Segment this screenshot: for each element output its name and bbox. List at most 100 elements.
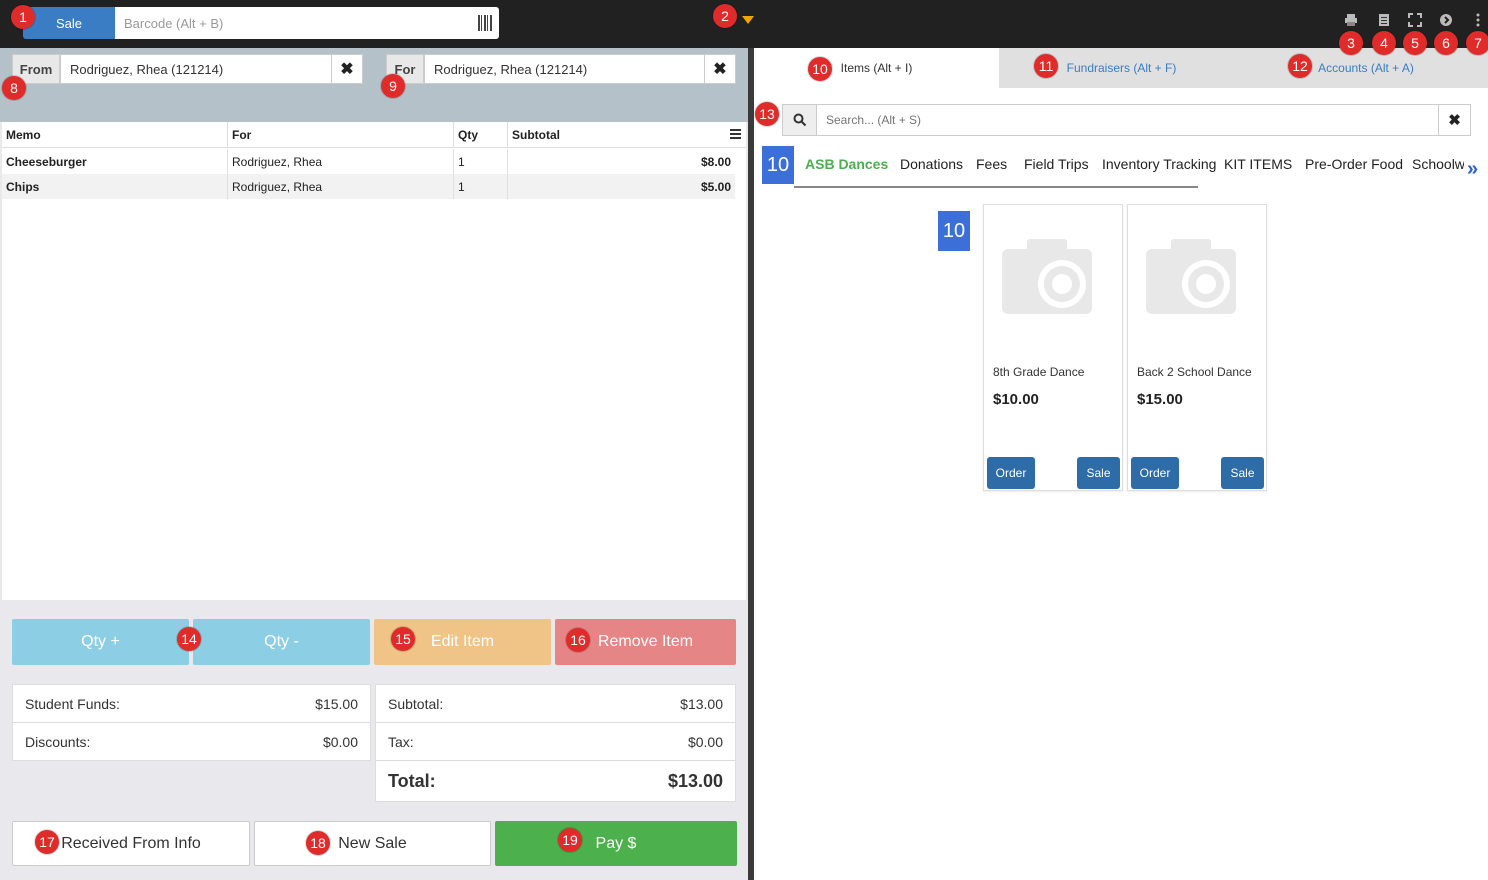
annotation-badge: 16	[566, 628, 590, 652]
camera-icon	[1002, 239, 1092, 314]
tax-value: $0.00	[687, 733, 723, 750]
table-row[interactable]: Cheeseburger Rodriguez, Rhea 1 $8.00	[2, 149, 735, 174]
category-kit-items[interactable]: KIT ITEMS	[1224, 156, 1292, 172]
printer-icon[interactable]	[1344, 13, 1358, 27]
category-donations[interactable]: Donations	[900, 156, 963, 172]
item-card[interactable]: 8th Grade Dance $10.00 Order Sale	[983, 204, 1123, 491]
column-header-subtotal[interactable]: Subtotal	[508, 122, 746, 148]
annotation-badge: 1	[11, 5, 35, 29]
from-field[interactable]: Rodriguez, Rhea (121214)	[60, 54, 332, 84]
annotation-badge: 19	[558, 828, 582, 852]
cart-table: Memo For Qty Subtotal Cheeseburger Rodri…	[2, 122, 746, 600]
qty-minus-button[interactable]: Qty -	[193, 619, 370, 665]
barcode-placeholder: Barcode (Alt + B)	[124, 15, 224, 31]
item-price: $15.00	[1137, 391, 1183, 408]
category-pre-order-food[interactable]: Pre-Order Food	[1305, 156, 1403, 172]
fullscreen-icon[interactable]	[1408, 13, 1422, 27]
tab-accounts[interactable]: Accounts (Alt + A)	[1244, 48, 1488, 88]
annotation-badge-square: 10	[938, 211, 970, 251]
annotation-badge: 12	[1288, 54, 1312, 78]
annotation-badge: 14	[177, 627, 201, 651]
column-header-for[interactable]: For	[228, 122, 454, 148]
sale-button[interactable]: Sale	[1077, 457, 1120, 489]
discounts-value: $0.00	[322, 734, 358, 750]
clear-from-button[interactable]: ✖	[331, 54, 363, 84]
for-cell: Rodriguez, Rhea	[228, 174, 454, 199]
summary-row: Student Funds: $15.00	[13, 685, 370, 723]
student-funds-value: $15.00	[315, 695, 358, 712]
subtotal-value: $13.00	[680, 695, 723, 712]
annotation-badge: 4	[1372, 31, 1396, 55]
category-underline	[794, 186, 1198, 188]
item-name: 8th Grade Dance	[993, 365, 1085, 379]
category-inventory-tracking[interactable]: Inventory Tracking	[1102, 156, 1216, 172]
total-value: $13.00	[667, 771, 723, 791]
dropdown-caret-icon[interactable]	[742, 16, 754, 24]
column-header-qty[interactable]: Qty	[454, 122, 508, 148]
annotation-badge: 9	[381, 74, 405, 98]
item-card[interactable]: Back 2 School Dance $15.00 Order Sale	[1127, 204, 1267, 491]
annotation-badge: 13	[755, 102, 779, 126]
more-vert-icon[interactable]	[1471, 13, 1485, 27]
clear-for-button[interactable]: ✖	[704, 54, 736, 84]
annotation-badge: 11	[1034, 54, 1058, 78]
summary-row: Subtotal: $13.00	[376, 685, 735, 723]
new-sale-button[interactable]: New Sale	[254, 821, 491, 866]
barcode-icon[interactable]	[478, 15, 492, 31]
table-row[interactable]: Chips Rodriguez, Rhea 1 $5.00	[2, 174, 735, 199]
totals-summary: Subtotal: $13.00 Tax: $0.00 Total: $13.0…	[375, 684, 736, 802]
subtotal-label: Subtotal:	[388, 695, 444, 712]
item-name: Back 2 School Dance	[1137, 365, 1252, 379]
annotation-badge-square: 10	[762, 146, 794, 184]
sale-panel: From Rodriguez, Rhea (121214) ✖ For Rodr…	[0, 48, 748, 880]
discounts-label: Discounts:	[25, 734, 91, 750]
document-icon[interactable]	[1377, 13, 1391, 27]
order-button[interactable]: Order	[1131, 457, 1179, 489]
search-bar: ✖	[782, 104, 1471, 136]
summary-row: Discounts: $0.00	[13, 723, 370, 761]
annotation-badge: 2	[713, 4, 737, 28]
memo-cell: Chips	[2, 174, 228, 199]
clear-search-button[interactable]: ✖	[1438, 105, 1470, 135]
category-asb-dances[interactable]: ASB Dances	[805, 156, 888, 172]
sale-mode-button[interactable]: Sale	[23, 7, 115, 39]
category-field-trips[interactable]: Field Trips	[1024, 156, 1089, 172]
more-categories-icon[interactable]: »	[1467, 158, 1478, 181]
qty-plus-button[interactable]: Qty +	[12, 619, 189, 665]
annotation-badge: 5	[1403, 31, 1427, 55]
item-price: $10.00	[993, 391, 1039, 408]
annotation-badge: 17	[35, 830, 59, 854]
column-header-memo[interactable]: Memo	[2, 122, 228, 148]
for-field[interactable]: Rodriguez, Rhea (121214)	[424, 54, 705, 84]
subtotal-cell: $8.00	[700, 154, 731, 169]
category-fees[interactable]: Fees	[976, 156, 1007, 172]
for-cell: Rodriguez, Rhea	[228, 149, 454, 174]
annotation-badge: 6	[1434, 31, 1458, 55]
summary-row: Total: $13.00	[376, 761, 735, 802]
student-funds-label: Student Funds:	[25, 695, 120, 712]
annotation-badge: 15	[391, 627, 415, 651]
column-menu-icon[interactable]	[730, 127, 741, 141]
annotation-badge: 8	[2, 76, 26, 100]
customer-bar: From Rodriguez, Rhea (121214) ✖ For Rodr…	[0, 48, 748, 122]
search-input[interactable]	[817, 105, 1438, 135]
circle-arrow-icon[interactable]	[1439, 13, 1453, 27]
total-label: Total:	[388, 771, 436, 791]
qty-cell: 1	[454, 174, 508, 199]
search-icon[interactable]	[783, 105, 817, 135]
camera-icon	[1146, 239, 1236, 314]
funds-summary: Student Funds: $15.00 Discounts: $0.00	[12, 684, 371, 761]
tab-items[interactable]: Items (Alt + I)	[754, 48, 999, 88]
tax-label: Tax:	[388, 733, 414, 750]
annotation-badge: 10	[808, 57, 832, 81]
barcode-input[interactable]: Barcode (Alt + B)	[115, 7, 499, 39]
annotation-badge: 7	[1466, 31, 1488, 55]
summary-row: Tax: $0.00	[376, 723, 735, 761]
pay-button[interactable]: Pay $	[495, 821, 737, 866]
qty-cell: 1	[454, 149, 508, 174]
order-button[interactable]: Order	[987, 457, 1035, 489]
memo-cell: Cheeseburger	[2, 149, 228, 174]
category-schoolw[interactable]: Schoolw	[1412, 156, 1464, 172]
annotation-badge: 18	[306, 831, 330, 855]
sale-button[interactable]: Sale	[1221, 457, 1264, 489]
